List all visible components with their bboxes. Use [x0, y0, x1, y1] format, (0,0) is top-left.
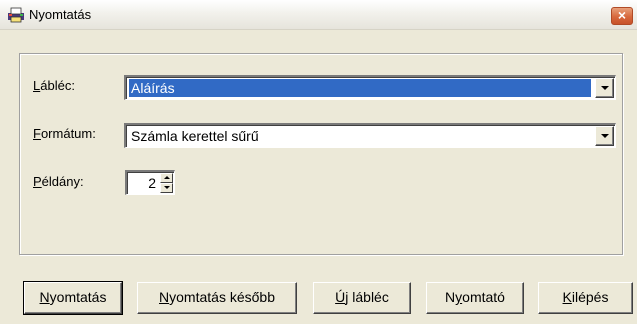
spin-up-icon[interactable] — [160, 173, 173, 183]
print-dialog: Nyomtatás × Lábléc: Aláírás Formátum: Sz… — [0, 0, 637, 324]
exit-button-accel: K — [562, 289, 572, 305]
copies-value[interactable]: 2 — [148, 175, 156, 191]
format-select[interactable]: Számla kerettel sűrű — [124, 123, 616, 148]
copies-label-accel: P — [33, 174, 42, 189]
printer-button[interactable]: Nyomtató — [426, 282, 524, 314]
title-bar[interactable]: Nyomtatás × — [0, 0, 637, 30]
print-button[interactable]: Nyomtatás — [23, 281, 123, 315]
print-later-button-label: yomtatás később — [169, 289, 275, 305]
footer-dropdown-arrow-icon[interactable] — [595, 78, 614, 98]
footer-label-text: ábléc: — [40, 78, 75, 93]
footer-select[interactable]: Aláírás — [124, 75, 616, 100]
copies-label-text: éldány: — [41, 174, 84, 189]
print-later-button[interactable]: Nyomtatás később — [137, 282, 297, 314]
format-dropdown-arrow-icon[interactable] — [595, 126, 614, 146]
close-button[interactable]: × — [611, 7, 633, 25]
footer-select-value: Aláírás — [129, 79, 591, 97]
print-button-accel: N — [39, 289, 50, 305]
window-title: Nyomtatás — [29, 7, 92, 22]
spin-down-icon[interactable] — [160, 183, 173, 193]
format-label: Formátum: — [33, 126, 96, 141]
footer-label: Lábléc: — [33, 78, 75, 93]
printer-button-prefix: N — [445, 289, 456, 305]
print-later-button-accel: N — [159, 289, 170, 305]
format-label-accel: F — [33, 126, 41, 141]
close-icon: × — [617, 7, 627, 23]
copies-label: Példány: — [33, 174, 84, 189]
format-label-text: ormátum: — [40, 126, 96, 141]
new-footer-button[interactable]: Új lábléc — [313, 282, 411, 314]
copies-spinner[interactable]: 2 — [125, 170, 175, 195]
print-button-label: yomtatás — [49, 289, 107, 305]
printer-button-label: omtató — [462, 289, 505, 305]
new-footer-button-label: j lábléc — [345, 289, 389, 305]
format-select-value: Számla kerettel sűrű — [131, 128, 259, 144]
exit-button-label: ilépés — [571, 289, 609, 305]
exit-button[interactable]: Kilépés — [538, 282, 633, 314]
new-footer-button-accel: Ú — [335, 289, 346, 305]
printer-app-icon — [8, 7, 24, 23]
